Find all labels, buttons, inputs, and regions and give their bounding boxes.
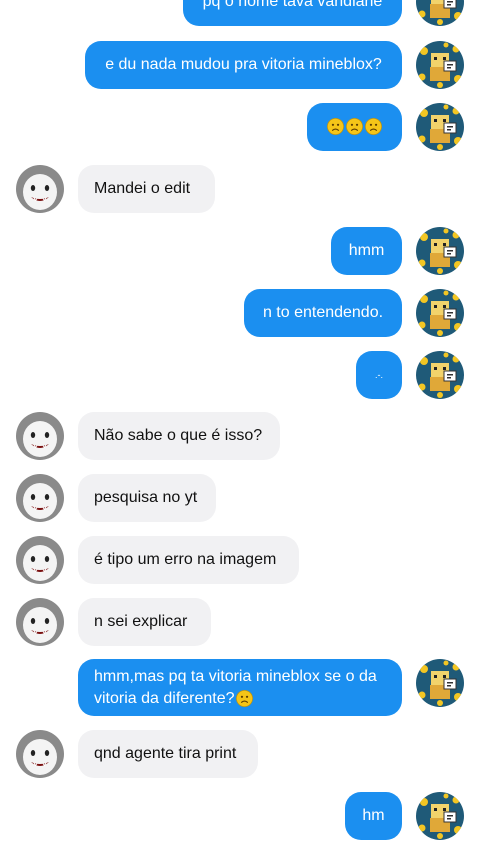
message-bubble-outgoing[interactable]: hmm,mas pq ta vitoria mineblox se o da v… — [78, 659, 402, 716]
my-avatar[interactable] — [416, 289, 464, 337]
message-bubble-outgoing[interactable]: e du nada mudou pra vitoria mineblox? — [85, 41, 402, 89]
message-text: hmm — [348, 242, 385, 259]
message-text: e du nada mudou pra vitoria mineblox? — [105, 56, 382, 73]
message-bubble-outgoing[interactable]: n to entendendo. — [244, 289, 402, 337]
message-bubble-outgoing[interactable]: hm — [345, 792, 402, 840]
my-avatar[interactable] — [416, 103, 464, 151]
message-text-wrap: hmm,mas pq ta vitoria mineblox se o da v… — [94, 666, 386, 710]
message-text: hm — [362, 807, 385, 824]
message-bubble-incoming[interactable]: qnd agente tira print — [78, 730, 258, 778]
contact-avatar[interactable] — [16, 730, 64, 778]
contact-avatar[interactable] — [16, 536, 64, 584]
message-text: é tipo um erro na imagem — [94, 551, 277, 568]
message-bubble-incoming[interactable]: é tipo um erro na imagem — [78, 536, 299, 584]
message-bubble-incoming[interactable]: Mandei o edit — [78, 165, 215, 213]
message-bubble-outgoing[interactable] — [307, 103, 402, 151]
my-avatar[interactable] — [416, 41, 464, 89]
message-text: qnd agente tira print — [94, 745, 237, 762]
message-text: .-. — [375, 370, 383, 380]
contact-avatar[interactable] — [16, 474, 64, 522]
message-text: pq o nome tava varidiane — [202, 0, 383, 10]
message-text: n to entendendo. — [262, 304, 384, 321]
contact-avatar[interactable] — [16, 412, 64, 460]
frowning-face-icon — [235, 689, 253, 707]
message-text: pesquisa no yt — [94, 489, 198, 506]
chat-thread: pq o nome tava varidiane e du nada mudou… — [0, 0, 480, 854]
frowning-face-icon — [346, 118, 363, 136]
message-bubble-outgoing[interactable]: .-. — [356, 351, 402, 399]
my-avatar[interactable] — [416, 659, 464, 707]
contact-avatar[interactable] — [16, 598, 64, 646]
my-avatar[interactable] — [416, 227, 464, 275]
my-avatar[interactable] — [416, 351, 464, 399]
contact-avatar[interactable] — [16, 165, 64, 213]
message-bubble-outgoing[interactable]: hmm — [331, 227, 402, 275]
message-text: Mandei o edit — [94, 180, 191, 197]
my-avatar[interactable] — [416, 792, 464, 840]
message-text: Não sabe o que é isso? — [94, 427, 263, 444]
my-avatar[interactable] — [416, 0, 464, 26]
emoji-group — [326, 116, 383, 138]
frowning-face-icon — [327, 118, 344, 136]
message-bubble-outgoing[interactable]: pq o nome tava varidiane — [183, 0, 402, 26]
message-bubble-incoming[interactable]: pesquisa no yt — [78, 474, 216, 522]
frowning-face-icon — [365, 118, 382, 136]
message-bubble-incoming[interactable]: Não sabe o que é isso? — [78, 412, 280, 460]
message-text: n sei explicar — [94, 613, 188, 630]
message-bubble-incoming[interactable]: n sei explicar — [78, 598, 211, 646]
